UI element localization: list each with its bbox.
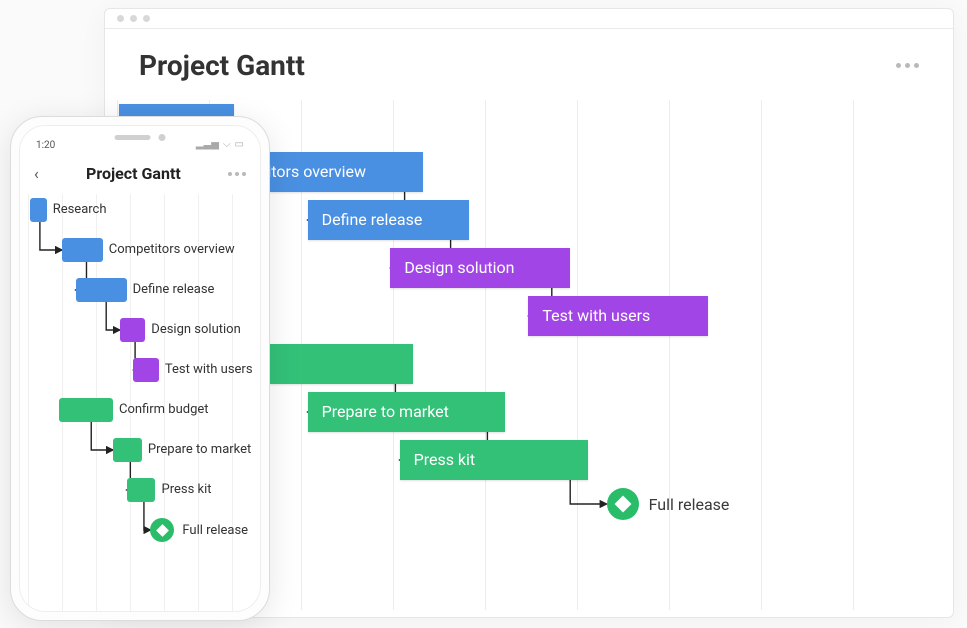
phone-gantt-bar-test-users[interactable] <box>133 358 159 382</box>
phone-status-icons: ▂▃▅ ⌵ ▭ <box>196 140 244 151</box>
phone-gantt-tasks: Research Competitors overview Define relea… <box>20 194 260 611</box>
traffic-lights-icon <box>117 15 150 22</box>
phone-gantt-bar-prepare-market[interactable] <box>113 438 142 462</box>
phone-more-menu-button[interactable] <box>228 172 246 176</box>
phone-gantt-bar-research[interactable] <box>30 198 47 222</box>
gantt-bar-design-solution[interactable]: Design solution <box>390 248 569 288</box>
phone-gantt-label-press-kit: Press kit <box>162 482 212 497</box>
window-titlebar <box>105 9 953 29</box>
gantt-bar-test-users[interactable]: Test with users <box>528 296 707 336</box>
milestone-diamond-icon <box>607 488 639 520</box>
phone-header: ‹ Project Gantt <box>20 164 260 183</box>
desktop-header: Project Gantt <box>105 29 953 90</box>
phone-gantt-milestone-full-release[interactable]: Full release <box>150 518 248 542</box>
phone-gantt-bar-confirm-budget[interactable] <box>59 398 113 422</box>
page-title: Project Gantt <box>139 49 305 82</box>
gantt-bar-define-release[interactable]: Define release <box>308 200 469 240</box>
phone-gantt-chart: Research Competitors overview Define relea… <box>20 194 260 611</box>
phone-status-bar: 1:20 ▂▃▅ ⌵ ▭ <box>20 140 260 151</box>
gantt-milestone-full-release[interactable]: Full release <box>607 488 730 520</box>
phone-device: 1:20 ▂▃▅ ⌵ ▭ ‹ Project Gantt Research Com… <box>10 116 270 621</box>
phone-screen: 1:20 ▂▃▅ ⌵ ▭ ‹ Project Gantt Research Com… <box>19 125 261 612</box>
wifi-icon: ⌵ <box>223 140 231 151</box>
phone-gantt-bar-define-release[interactable] <box>76 278 127 302</box>
phone-gantt-label-test-users: Test with users <box>165 362 253 377</box>
phone-gantt-bar-press-kit[interactable] <box>127 478 156 502</box>
more-menu-button[interactable] <box>896 63 919 68</box>
phone-milestone-label: Full release <box>182 523 248 538</box>
gantt-bar-press-kit[interactable]: Press kit <box>400 440 589 480</box>
phone-gantt-label-define-release: Define release <box>133 282 215 297</box>
phone-gantt-label-competitors: Competitors overview <box>109 242 235 257</box>
phone-gantt-label-confirm-budget: Confirm budget <box>119 402 209 417</box>
battery-icon: ▭ <box>235 140 244 151</box>
gantt-bar-prepare-market[interactable]: Prepare to market <box>308 392 506 432</box>
phone-gantt-label-prepare-market: Prepare to market <box>148 442 251 457</box>
phone-gantt-label-research: Research <box>53 202 107 217</box>
phone-gantt-label-design-solution: Design solution <box>151 322 240 337</box>
phone-milestone-diamond-icon <box>150 518 174 542</box>
phone-gantt-bar-competitors[interactable] <box>62 238 103 262</box>
milestone-label: Full release <box>649 495 730 514</box>
signal-icon: ▂▃▅ <box>196 140 219 151</box>
phone-page-title: Project Gantt <box>86 164 181 183</box>
back-button[interactable]: ‹ <box>34 164 39 183</box>
phone-clock: 1:20 <box>36 140 55 151</box>
phone-gantt-bar-design-solution[interactable] <box>120 318 146 342</box>
